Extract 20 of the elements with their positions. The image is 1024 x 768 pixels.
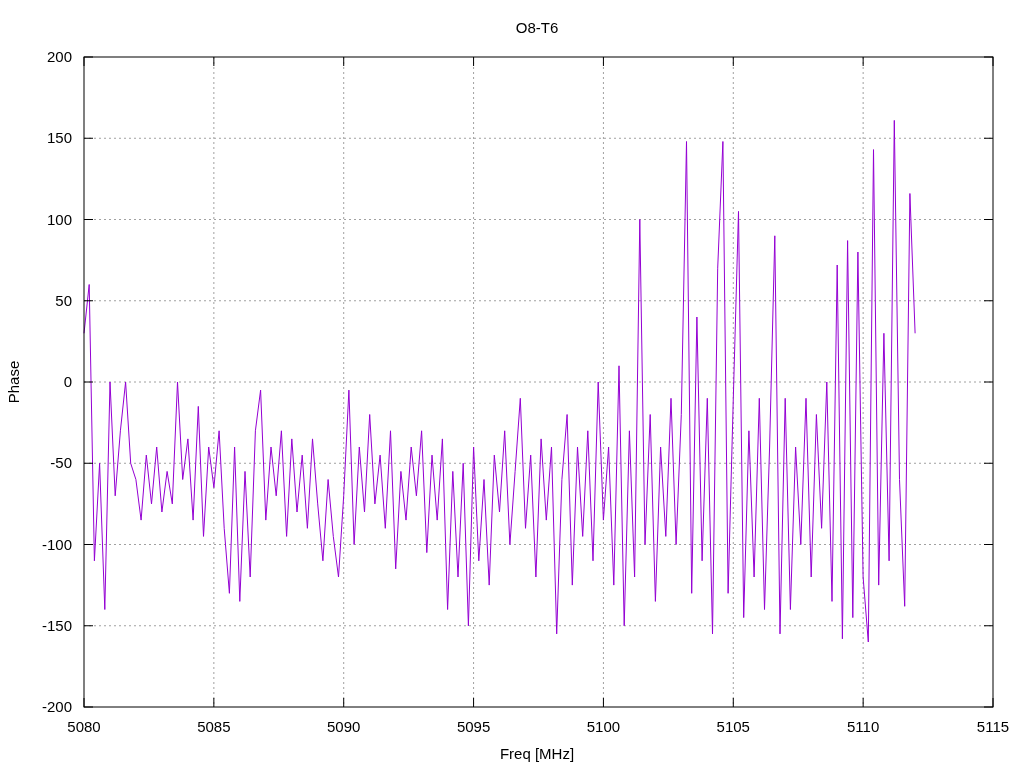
y-tick-label: -150 — [41, 616, 72, 634]
x-axis-label: Freq [MHz] — [499, 745, 575, 762]
y-tick-label: 150 — [46, 129, 72, 147]
y-tick-label: -50 — [50, 454, 72, 472]
y-tick-label: 200 — [46, 48, 72, 65]
y-tick-label: 0 — [63, 373, 72, 390]
y-tick-label: 50 — [55, 291, 72, 309]
x-tick-label: 5100 — [586, 718, 621, 735]
y-tick-label: -200 — [41, 698, 72, 715]
x-tick-label: 5115 — [976, 718, 1010, 735]
x-tick-label: 5095 — [456, 718, 491, 735]
chart-title: O8-T6 — [515, 19, 559, 36]
y-tick-label: 100 — [46, 210, 72, 228]
y-tick-label: -100 — [41, 535, 72, 553]
x-tick-label: 5105 — [716, 718, 750, 735]
x-tick-label: 5085 — [197, 718, 231, 735]
y-axis-label: Phase — [5, 360, 22, 404]
x-tick-label: 5090 — [327, 718, 361, 735]
x-tick-label: 5080 — [67, 718, 101, 735]
x-tick-label: 5110 — [847, 718, 880, 735]
